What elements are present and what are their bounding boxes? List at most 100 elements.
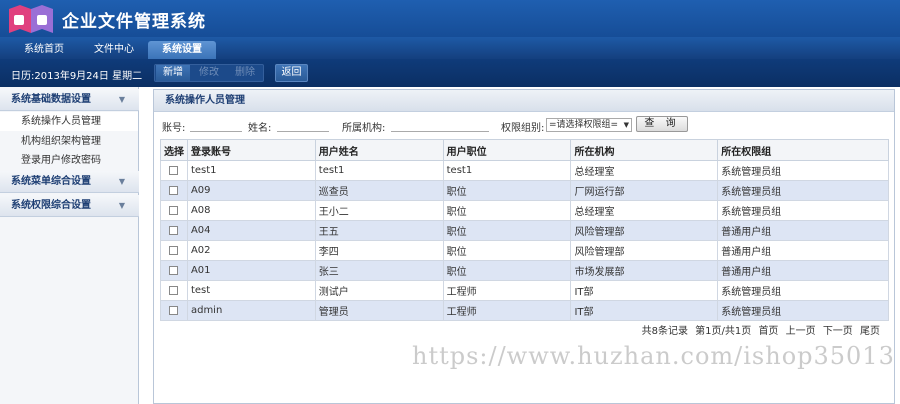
sidebar: 系统基础数据设置 ▼ 系统操作人员管理 机构组织架构管理 登录用户修改密码 系统… (0, 87, 139, 404)
operator-table: 选择 登录账号 用户姓名 用户职位 所在机构 所在权限组 test1 test1 t… (160, 139, 889, 321)
sidebar-section-basic-data[interactable]: 系统基础数据设置 ▼ (0, 89, 139, 111)
tab-file-center[interactable]: 文件中心 (84, 41, 144, 59)
cell-username: test1 (314, 160, 444, 181)
cell-position: test1 (442, 160, 572, 181)
row-checkbox[interactable] (169, 165, 179, 175)
cell-position: 职位 (442, 260, 572, 281)
col-position[interactable]: 用户职位 (442, 139, 572, 161)
col-group[interactable]: 所在权限组 (717, 139, 889, 161)
cell-org: 风险管理部 (570, 240, 719, 261)
cell-select (160, 220, 188, 241)
logo-icon (9, 5, 53, 33)
table-row[interactable]: A04 王五 职位 风险管理部 普通用户组 (160, 220, 889, 241)
edit-button[interactable]: 修改 (192, 65, 226, 81)
table-header-row: 选择 登录账号 用户姓名 用户职位 所在机构 所在权限组 (160, 139, 889, 161)
prev-page-link[interactable]: 上一页 (786, 326, 816, 337)
table-row[interactable]: A02 李四 职位 风险管理部 普通用户组 (160, 240, 889, 261)
app-header: 企业文件管理系统 (0, 0, 900, 37)
cell-select (160, 200, 188, 221)
cell-username: 测试户 (314, 280, 444, 301)
cell-position: 职位 (442, 180, 572, 201)
cell-position: 职位 (442, 220, 572, 241)
cell-org: 厂网运行部 (570, 180, 719, 201)
table-row[interactable]: test 测试户 工程师 IT部 系统管理员组 (160, 280, 889, 301)
cell-username: 李四 (314, 240, 444, 261)
main-nav: 系统首页 文件中心 系统设置 (0, 37, 900, 59)
page-title: 系统操作人员管理 (154, 90, 894, 112)
sidebar-item-operator-management[interactable]: 系统操作人员管理 (0, 112, 138, 131)
sidebar-section-label: 系统基础数据设置 (11, 94, 91, 105)
sidebar-section-menu-settings[interactable]: 系统菜单综合设置 ▼ (0, 171, 139, 193)
cell-account: test1 (186, 160, 316, 181)
last-page-link[interactable]: 尾页 (860, 326, 880, 337)
cell-org: 总经理室 (570, 200, 719, 221)
table-row[interactable]: test1 test1 test1 总经理室 系统管理员组 (160, 160, 889, 181)
group-select-value: =请选择权限组= (549, 120, 619, 130)
action-button-group: 新增 修改 删除 (154, 64, 264, 82)
cell-position: 工程师 (442, 300, 572, 321)
search-bar: 账号: 姓名: 所属机构: 权限组别: =请选择权限组= ▼ 查 询 (154, 113, 894, 135)
account-input[interactable] (190, 118, 242, 132)
cell-select (160, 240, 188, 261)
main-panel: 系统操作人员管理 账号: 姓名: 所属机构: 权限组别: =请选择权限组= ▼ … (153, 89, 895, 404)
add-button[interactable]: 新增 (156, 65, 190, 81)
cell-account: A02 (186, 240, 316, 261)
cell-position: 职位 (442, 200, 572, 221)
cell-select (160, 260, 188, 281)
cell-group: 系统管理员组 (717, 200, 889, 221)
cell-group: 系统管理员组 (717, 160, 889, 181)
sidebar-section-permission-settings[interactable]: 系统权限综合设置 ▼ (0, 195, 139, 217)
cell-account: admin (186, 300, 316, 321)
watermark: https://www.huzhan.com/ishop35013 (412, 342, 895, 370)
table-row[interactable]: A01 张三 职位 市场发展部 普通用户组 (160, 260, 889, 281)
row-checkbox[interactable] (169, 285, 179, 295)
chevron-down-icon: ▼ (118, 95, 125, 104)
row-checkbox[interactable] (169, 265, 179, 275)
col-username[interactable]: 用户姓名 (314, 139, 444, 161)
toolbar: 日历:2013年9月24日 星期二 新增 修改 删除 返回 (0, 59, 900, 87)
col-account[interactable]: 登录账号 (186, 139, 316, 161)
row-checkbox[interactable] (169, 205, 179, 215)
cell-group: 普通用户组 (717, 260, 889, 281)
org-input[interactable] (391, 118, 489, 132)
group-label: 权限组别: (501, 123, 545, 134)
app-title: 企业文件管理系统 (62, 12, 206, 32)
date-label: 日历:2013年9月24日 星期二 (11, 71, 143, 82)
table-row[interactable]: A09 巡查员 职位 厂网运行部 系统管理员组 (160, 180, 889, 201)
col-org[interactable]: 所在机构 (570, 139, 719, 161)
row-checkbox[interactable] (169, 305, 179, 315)
chevron-down-icon: ▼ (118, 201, 125, 210)
cell-select (160, 180, 188, 201)
row-checkbox[interactable] (169, 185, 179, 195)
query-button[interactable]: 查 询 (636, 116, 688, 132)
row-checkbox[interactable] (169, 245, 179, 255)
tab-home[interactable]: 系统首页 (14, 41, 74, 59)
cell-org: 风险管理部 (570, 220, 719, 241)
cell-account: A08 (186, 200, 316, 221)
back-button[interactable]: 返回 (275, 64, 308, 82)
tab-system-settings[interactable]: 系统设置 (148, 41, 216, 59)
cell-group: 系统管理员组 (717, 280, 889, 301)
cell-group: 系统管理员组 (717, 180, 889, 201)
cell-select (160, 160, 188, 181)
delete-button[interactable]: 删除 (228, 65, 262, 81)
table-row[interactable]: A08 王小二 职位 总经理室 系统管理员组 (160, 200, 889, 221)
sidebar-item-change-password[interactable]: 登录用户修改密码 (0, 151, 138, 170)
next-page-link[interactable]: 下一页 (823, 326, 853, 337)
cell-select (160, 280, 188, 301)
group-select[interactable]: =请选择权限组= ▼ (546, 118, 632, 132)
sidebar-item-org-structure[interactable]: 机构组织架构管理 (0, 132, 138, 151)
name-input[interactable] (277, 118, 329, 132)
org-label: 所属机构: (342, 123, 386, 134)
first-page-link[interactable]: 首页 (758, 326, 778, 337)
col-select: 选择 (160, 139, 188, 161)
cell-org: 总经理室 (570, 160, 719, 181)
name-label: 姓名: (248, 123, 272, 134)
cell-account: A04 (186, 220, 316, 241)
cell-org: IT部 (570, 300, 719, 321)
cell-username: 王五 (314, 220, 444, 241)
row-checkbox[interactable] (169, 225, 179, 235)
cell-username: 管理员 (314, 300, 444, 321)
cell-group: 普通用户组 (717, 240, 889, 261)
table-row[interactable]: admin 管理员 工程师 IT部 系统管理员组 (160, 300, 889, 321)
